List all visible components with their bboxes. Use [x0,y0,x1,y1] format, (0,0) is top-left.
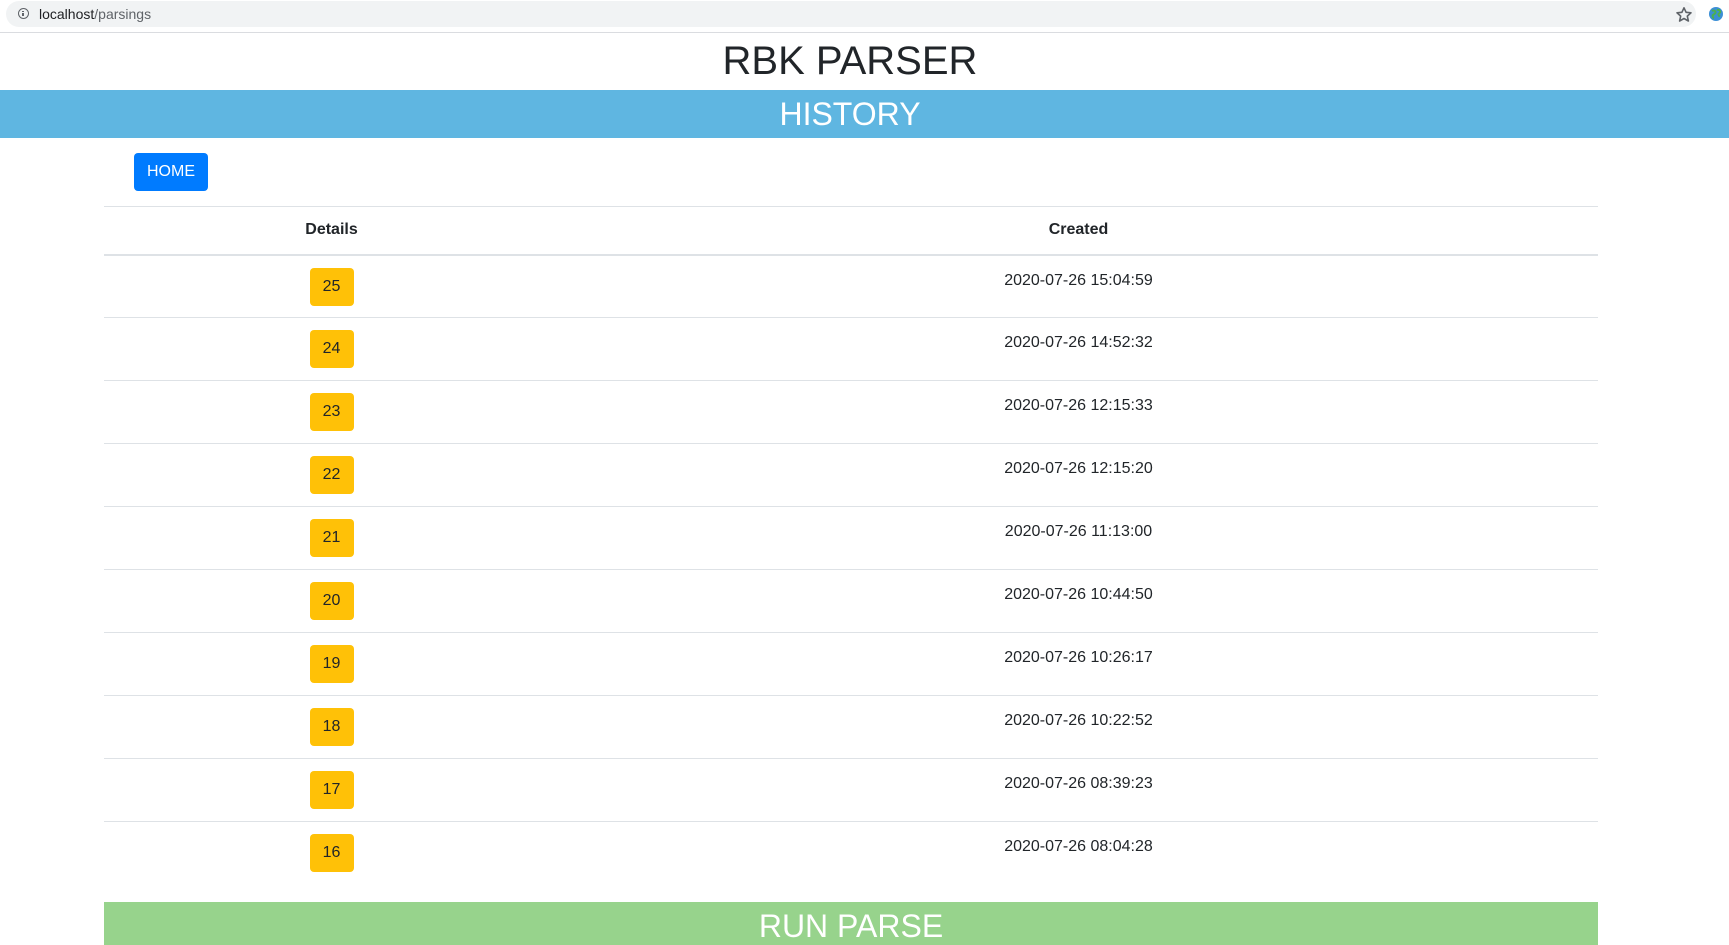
created-timestamp: 2020-07-26 10:44:50 [1004,586,1153,603]
created-timestamp: 2020-07-26 12:15:33 [1004,397,1153,414]
details-button[interactable]: 21 [309,519,354,557]
column-header-created: Created [559,206,1598,256]
url-text[interactable]: localhost/parsings [39,6,151,22]
details-cell: 18 [104,695,559,759]
browser-address-bar: localhost/parsings [0,0,1729,33]
run-parse-button[interactable]: RUN PARSE [104,902,1598,945]
details-button[interactable]: 25 [309,267,354,306]
details-cell: 19 [104,632,559,696]
details-button[interactable]: 23 [309,393,354,431]
created-timestamp: 2020-07-26 10:26:17 [1004,649,1153,666]
history-table: Details Created 25 2020-07-26 15:04:59 2… [104,206,1598,885]
table-header-row: Details Created [104,206,1598,256]
url-field[interactable]: localhost/parsings [6,1,1696,27]
table-row: 24 2020-07-26 14:52:32 [104,317,1598,381]
info-icon[interactable] [18,8,29,19]
created-cell: 2020-07-26 11:13:00 [559,506,1598,570]
created-timestamp: 2020-07-26 08:39:23 [1004,775,1153,792]
details-cell: 23 [104,380,559,444]
details-button[interactable]: 24 [309,330,354,368]
table-row: 16 2020-07-26 08:04:28 [104,822,1598,885]
details-cell: 21 [104,506,559,570]
url-path: /parsings [94,6,152,22]
created-cell: 2020-07-26 10:44:50 [559,569,1598,633]
details-cell: 25 [104,254,559,318]
details-button[interactable]: 22 [309,456,354,494]
app-title: RBK PARSER [722,39,978,83]
details-button[interactable]: 17 [309,771,354,809]
details-button[interactable]: 16 [309,834,354,872]
table-row: 25 2020-07-26 15:04:59 [104,254,1598,318]
globe-icon[interactable] [1708,6,1724,22]
section-title: HISTORY [779,96,921,132]
home-button[interactable]: HOME [134,153,208,191]
details-cell: 24 [104,317,559,381]
url-host: localhost [39,6,95,22]
details-cell: 20 [104,569,559,633]
details-button[interactable]: 20 [309,582,354,620]
details-button[interactable]: 18 [309,708,354,746]
created-cell: 2020-07-26 08:39:23 [559,758,1598,822]
table-row: 18 2020-07-26 10:22:52 [104,695,1598,759]
details-button[interactable]: 19 [309,645,354,683]
created-timestamp: 2020-07-26 11:13:00 [1004,523,1153,540]
created-timestamp: 2020-07-26 15:04:59 [1004,271,1153,289]
history-banner: HISTORY [0,90,1729,138]
details-cell: 16 [104,822,559,885]
table-row: 19 2020-07-26 10:26:17 [104,632,1598,696]
table-row: 21 2020-07-26 11:13:00 [104,506,1598,570]
created-cell: 2020-07-26 15:04:59 [559,254,1598,318]
table-row: 17 2020-07-26 08:39:23 [104,758,1598,822]
column-header-details: Details [104,206,559,256]
created-cell: 2020-07-26 10:22:52 [559,695,1598,759]
details-cell: 17 [104,758,559,822]
created-cell: 2020-07-26 12:15:20 [559,443,1598,507]
created-timestamp: 2020-07-26 14:52:32 [1004,334,1153,351]
created-cell: 2020-07-26 12:15:33 [559,380,1598,444]
created-cell: 2020-07-26 08:04:28 [559,822,1598,885]
created-cell: 2020-07-26 10:26:17 [559,632,1598,696]
created-timestamp: 2020-07-26 12:15:20 [1004,460,1153,477]
details-cell: 22 [104,443,559,507]
table-row: 23 2020-07-26 12:15:33 [104,380,1598,444]
created-timestamp: 2020-07-26 10:22:52 [1004,712,1153,729]
created-cell: 2020-07-26 14:52:32 [559,317,1598,381]
created-timestamp: 2020-07-26 08:04:28 [1004,838,1153,855]
table-row: 20 2020-07-26 10:44:50 [104,569,1598,633]
table-row: 22 2020-07-26 12:15:20 [104,443,1598,507]
star-icon[interactable] [1672,3,1696,27]
